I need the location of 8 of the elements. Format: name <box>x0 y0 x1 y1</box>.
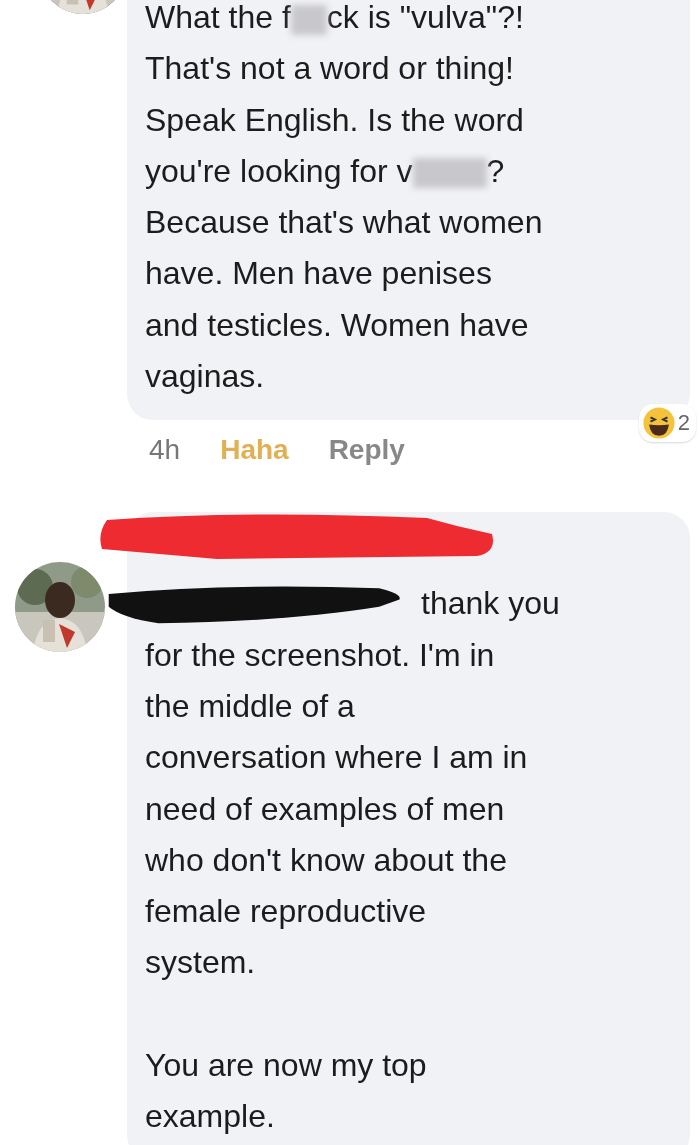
comment-text: What the f ck is "vulva"?! That's not a word or thing! Speak English. Is the word you're looking for v ? Because that's what women have. Men have penises and testicles. Women have vaginas. <box>145 0 544 397</box>
timestamp: 4h <box>149 434 181 467</box>
reaction-link[interactable]: Haha <box>220 434 289 467</box>
comment-text: thank you <box>421 584 560 624</box>
reaction-count[interactable]: 2 <box>638 404 696 443</box>
comment-text: for the screenshot. I'm in the middle of a conversation where I am in need of examples of men who don't know about the female reproductive system. You are now my top example. <box>145 635 529 1137</box>
count-text: 2 <box>677 410 690 437</box>
reply-link[interactable]: Reply <box>328 434 405 467</box>
